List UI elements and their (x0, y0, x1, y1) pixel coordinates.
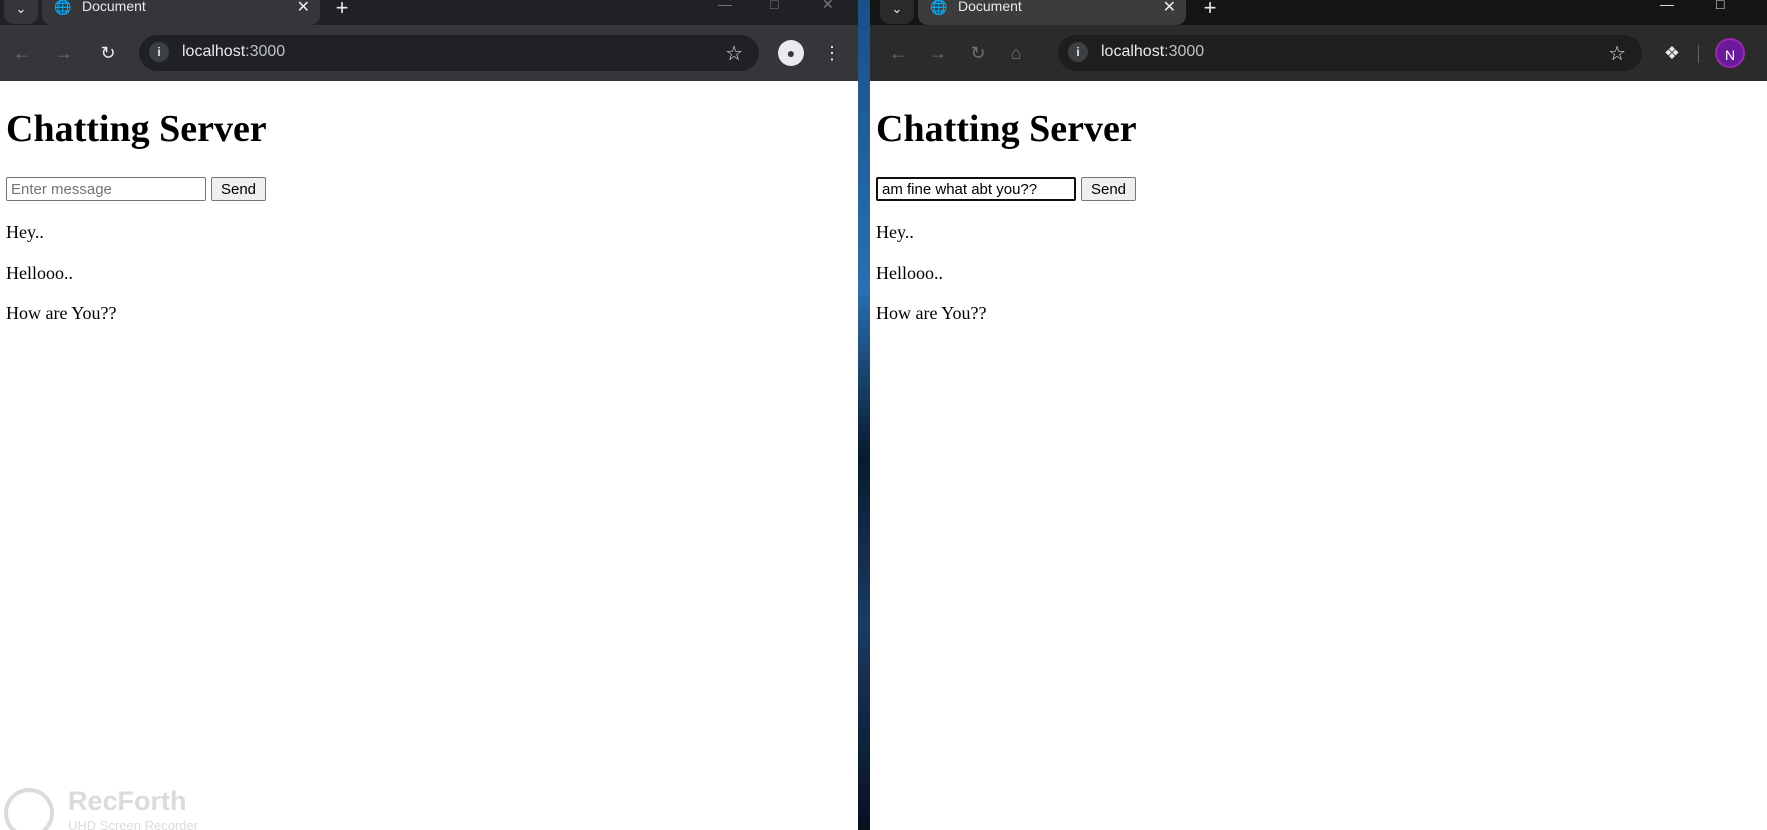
tab-document[interactable]: 🌐 Document ✕ (918, 0, 1186, 25)
new-tab-button[interactable]: + (328, 0, 356, 22)
globe-icon: 🌐 (930, 0, 948, 15)
url-text: localhost:3000 (1101, 43, 1205, 60)
desktop-background (858, 0, 870, 830)
message-list: Hey.. Hellooo.. How are You?? (876, 221, 986, 343)
menu-kebab-icon[interactable]: ⋮ (820, 41, 844, 65)
watermark-subtitle: UHD Screen Recorder (68, 818, 199, 830)
page-content: Chatting Server Send Hey.. Hellooo.. How… (0, 81, 858, 830)
message-item: How are You?? (6, 303, 117, 323)
address-bar[interactable]: i localhost:3000 ☆ (139, 35, 759, 71)
browser-toolbar: ← → ↻ ⌂ i localhost:3000 ☆ ❖ N (870, 25, 1767, 81)
browser-window-right: ⌄ 🌐 Document ✕ + — □ ← → ↻ ⌂ i localhost… (870, 0, 1767, 830)
minimize-icon[interactable]: — (718, 0, 732, 12)
tab-title: Document (82, 0, 146, 14)
watermark-title: RecForth (68, 786, 187, 816)
plus-icon: + (1203, 0, 1217, 20)
tab-search-button[interactable]: ⌄ (880, 0, 914, 24)
site-info-icon[interactable]: i (149, 42, 169, 62)
page-content: Chatting Server Send Hey.. Hellooo.. How… (870, 81, 1767, 830)
window-close-icon[interactable]: ✕ (822, 0, 834, 13)
message-input[interactable] (6, 177, 206, 201)
bookmark-star-icon[interactable]: ☆ (725, 41, 743, 66)
browser-toolbar: ← → ↻ i localhost:3000 ☆ ● ⋮ (0, 25, 858, 81)
page-title: Chatting Server (876, 108, 1137, 150)
reload-icon[interactable]: ↻ (96, 41, 120, 65)
forward-arrow-icon[interactable]: → (52, 41, 76, 65)
profile-icon[interactable]: ● (778, 40, 804, 66)
bookmark-star-icon[interactable]: ☆ (1608, 41, 1626, 66)
tab-search-button[interactable]: ⌄ (4, 0, 38, 24)
message-item: Hey.. (876, 222, 914, 242)
tab-document[interactable]: 🌐 Document ✕ (42, 0, 320, 25)
tab-title: Document (958, 0, 1022, 14)
new-tab-button[interactable]: + (1196, 0, 1224, 22)
extensions-puzzle-icon[interactable]: ❖ (1660, 41, 1684, 65)
message-item: Hellooo.. (6, 262, 73, 283)
recorder-watermark: RecForth UHD Screen Recorder (0, 780, 270, 830)
close-icon[interactable]: ✕ (1163, 0, 1176, 17)
plus-icon: + (335, 0, 349, 20)
toolbar-divider (1698, 45, 1699, 63)
send-button[interactable]: Send (211, 177, 266, 201)
globe-icon: 🌐 (54, 0, 72, 15)
page-title: Chatting Server (6, 108, 267, 150)
recorder-logo-icon (4, 788, 54, 830)
maximize-icon[interactable]: □ (770, 0, 778, 12)
minimize-icon[interactable]: — (1660, 0, 1674, 12)
home-icon[interactable]: ⌂ (1004, 41, 1028, 65)
tab-strip: ⌄ 🌐 Document ✕ + — □ (870, 0, 1767, 25)
chevron-down-icon: ⌄ (891, 1, 903, 16)
back-arrow-icon[interactable]: ← (10, 41, 34, 65)
message-item: How are You?? (876, 303, 987, 323)
message-list: Hey.. Hellooo.. How are You?? (6, 221, 116, 343)
url-text: localhost:3000 (182, 43, 286, 60)
chevron-down-icon: ⌄ (15, 1, 27, 16)
forward-arrow-icon[interactable]: → (926, 41, 950, 65)
message-input[interactable] (876, 177, 1076, 201)
send-button[interactable]: Send (1081, 177, 1136, 201)
back-arrow-icon[interactable]: ← (886, 41, 910, 65)
address-bar[interactable]: i localhost:3000 ☆ (1058, 35, 1642, 71)
profile-avatar[interactable]: N (1715, 38, 1745, 68)
maximize-icon[interactable]: □ (1716, 0, 1724, 12)
reload-icon[interactable]: ↻ (966, 41, 990, 65)
tab-strip: ⌄ 🌐 Document ✕ + — □ ✕ (0, 0, 858, 25)
browser-window-left: ⌄ 🌐 Document ✕ + — □ ✕ ← → ↻ i localhost… (0, 0, 858, 830)
close-icon[interactable]: ✕ (297, 0, 310, 17)
message-item: Hey.. (6, 222, 44, 242)
site-info-icon[interactable]: i (1068, 42, 1088, 62)
message-item: Hellooo.. (876, 262, 943, 283)
